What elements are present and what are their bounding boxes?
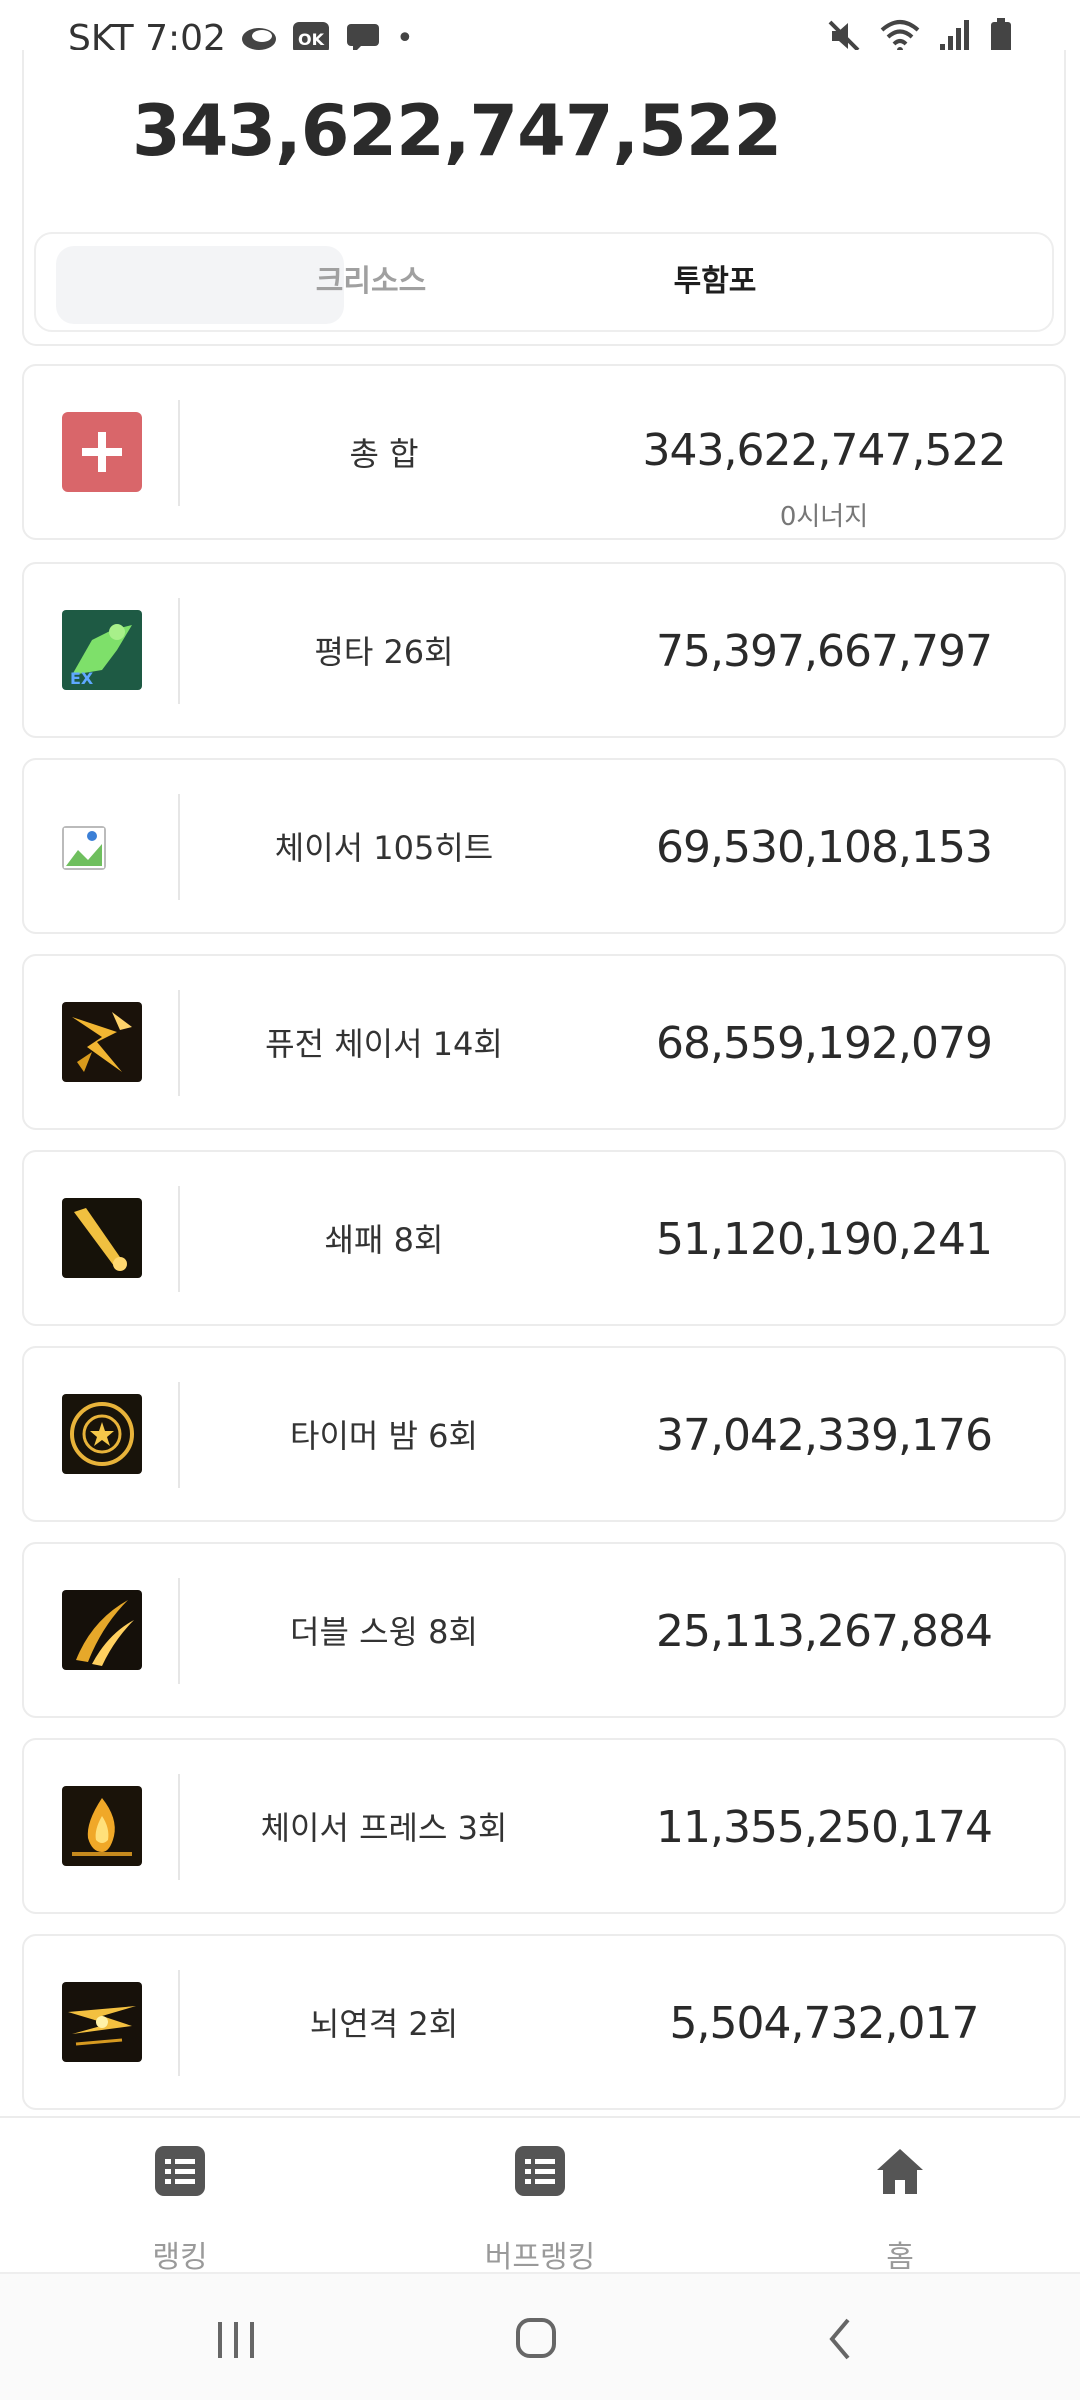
list-icon	[155, 2146, 205, 2196]
basic-attack-skill-icon: EX	[62, 610, 142, 690]
damage-row: EX 평타 26회 75,397,667,797	[22, 562, 1066, 738]
row-divider	[178, 794, 180, 900]
row-divider	[178, 1774, 180, 1880]
row-label: 체이서 프레스 3회	[260, 1809, 508, 1847]
class-option-chrysos[interactable]: 크리소스	[246, 234, 496, 330]
damage-row: 체이서 105히트 69,530,108,153	[22, 758, 1066, 934]
swing-club-skill-icon	[62, 1198, 142, 1278]
row-label: 총 합	[349, 435, 419, 473]
recent-apps-icon[interactable]	[196, 2304, 276, 2374]
back-icon[interactable]	[800, 2304, 880, 2374]
row-label: 평타 26회	[314, 633, 454, 671]
timer-bomb-skill-icon	[62, 1394, 142, 1474]
row-label: 타이머 밤 6회	[290, 1417, 478, 1455]
summary-card: 343,622,747,522 크리소스 투함포	[22, 50, 1066, 346]
row-divider	[178, 1578, 180, 1684]
damage-row: 더블 스윙 8회 25,113,267,884	[22, 1542, 1066, 1718]
nav-label: 버프랭킹	[484, 2240, 596, 2275]
row-value: 75,397,667,797	[656, 626, 993, 677]
damage-row-total: 총 합 343,622,747,522 0시너지	[22, 364, 1066, 540]
plus-icon	[62, 412, 142, 492]
row-divider	[178, 990, 180, 1096]
nav-home[interactable]: 홈	[780, 2136, 1020, 2275]
damage-row: 쇄패 8회 51,120,190,241	[22, 1150, 1066, 1326]
damage-row: 타이머 밤 6회 37,042,339,176	[22, 1346, 1066, 1522]
row-value: 68,559,192,079	[656, 1018, 993, 1069]
double-swing-skill-icon	[62, 1590, 142, 1670]
synergy-label: 0시너지	[779, 502, 869, 532]
svg-text:OK: OK	[298, 30, 325, 49]
row-divider	[178, 1382, 180, 1488]
broken-image-icon	[62, 826, 106, 870]
class-toggle[interactable]: 크리소스 투함포	[34, 232, 1054, 332]
nav-ranking[interactable]: 랭킹	[60, 2136, 300, 2275]
row-value: 25,113,267,884	[656, 1606, 993, 1657]
damage-row: 체이서 프레스 3회 11,355,250,174	[22, 1738, 1066, 1914]
row-label: 더블 스윙 8회	[290, 1613, 478, 1651]
row-divider	[178, 1970, 180, 2076]
fusion-chaser-skill-icon	[62, 1002, 142, 1082]
damage-row: 뇌연격 2회 5,504,732,017	[22, 1934, 1066, 2110]
row-value: 11,355,250,174	[656, 1802, 993, 1853]
svg-text:EX: EX	[70, 669, 94, 688]
row-value: 5,504,732,017	[669, 1998, 980, 2049]
class-option-tuhampo[interactable]: 투함포	[590, 234, 840, 330]
row-divider	[178, 400, 180, 506]
row-divider	[178, 1186, 180, 1292]
thunder-strike-skill-icon	[62, 1982, 142, 2062]
row-label: 뇌연격 2회	[309, 2005, 459, 2043]
chaser-press-skill-icon	[62, 1786, 142, 1866]
row-label: 체이서 105히트	[274, 829, 494, 867]
bottom-nav: 랭킹 버프랭킹 홈	[0, 2116, 1080, 2275]
row-value: 37,042,339,176	[656, 1410, 993, 1461]
nav-label: 랭킹	[152, 2240, 208, 2275]
row-value: 51,120,190,241	[656, 1214, 993, 1265]
list-icon	[515, 2146, 565, 2196]
row-value: 69,530,108,153	[656, 822, 993, 873]
row-label: 퓨전 체이서 14회	[265, 1025, 503, 1063]
row-divider	[178, 598, 180, 704]
home-icon	[875, 2146, 925, 2196]
home-circle-icon[interactable]	[496, 2304, 576, 2374]
total-damage-heading: 343,622,747,522	[132, 90, 782, 172]
damage-row: 퓨전 체이서 14회 68,559,192,079	[22, 954, 1066, 1130]
nav-buff-ranking[interactable]: 버프랭킹	[420, 2136, 660, 2275]
nav-label: 홈	[886, 2240, 914, 2275]
system-nav-bar	[0, 2272, 1080, 2400]
row-label: 쇄패 8회	[324, 1221, 444, 1259]
